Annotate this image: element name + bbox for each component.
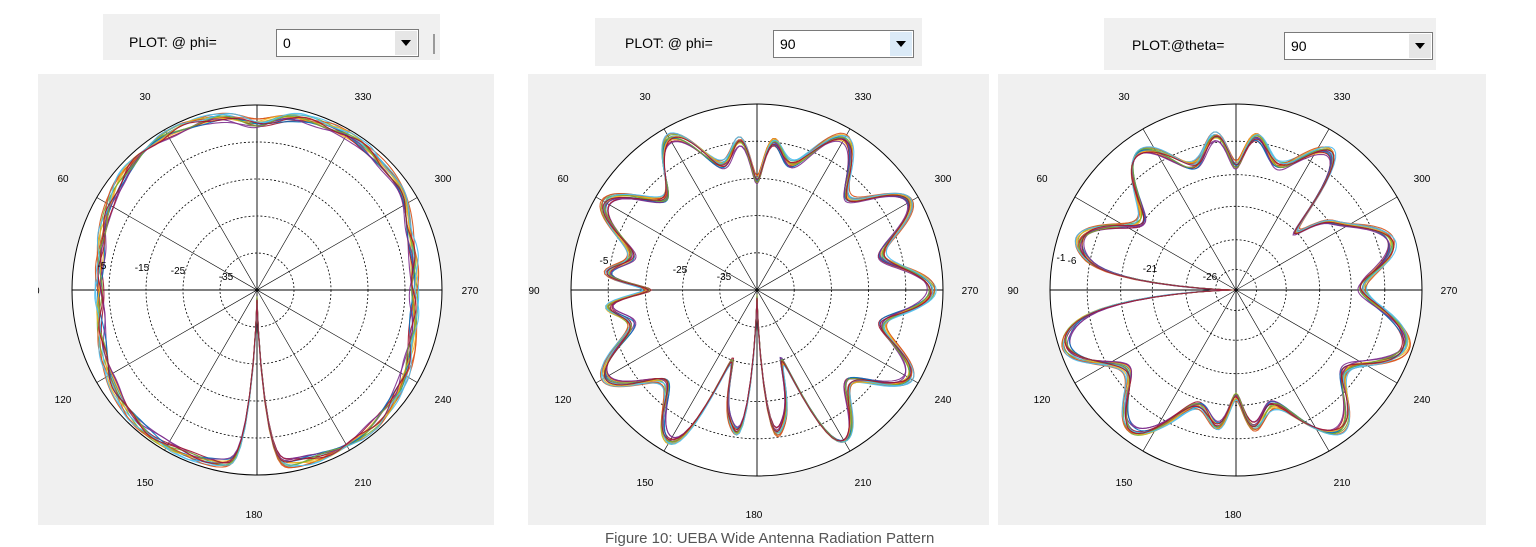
radial-tick-label: -6 (1068, 256, 1077, 267)
divider (433, 34, 435, 54)
angle-tick-label: 30 (639, 92, 651, 103)
angle-tick-label: 270 (1441, 286, 1458, 297)
dropdown-arrow-icon[interactable] (890, 32, 912, 56)
angle-tick-label: 120 (55, 395, 72, 406)
angle-tick-label: 270 (462, 286, 479, 297)
polar-plot-panel-2: 30 330 60 300 90 270 120 240 150 210 180 -5 -25 -35 (528, 74, 989, 525)
control-bar-2: PLOT: @ phi= 90 (595, 18, 922, 66)
angle-tick-label: 150 (637, 478, 654, 489)
control-bar-1: PLOT: @ phi= 0 (103, 14, 440, 60)
angle-tick-label: 270 (962, 286, 979, 297)
radial-tick-label: -35 (219, 272, 234, 283)
angle-tick-label: 90 (528, 286, 540, 297)
angle-tick-label: 330 (1334, 92, 1351, 103)
angle-tick-label: 120 (555, 395, 572, 406)
angle-tick-label: 330 (855, 92, 872, 103)
radial-tick-label: -35 (717, 272, 732, 283)
radial-tick-label: -1 (1057, 253, 1066, 264)
radial-tick-label: -15 (135, 263, 150, 274)
polar-grid (1049, 103, 1423, 477)
radial-tick-label: -26 (1203, 272, 1218, 283)
plot-phi-label: PLOT: @ phi= (129, 34, 217, 50)
angle-tick-label: 300 (935, 174, 952, 185)
polar-grid (71, 104, 443, 476)
dropdown-arrow-icon[interactable] (395, 31, 417, 55)
angle-tick-label: 210 (855, 478, 872, 489)
phi-select-value: 0 (283, 35, 291, 51)
radial-tick-label: -5 (98, 261, 107, 272)
polar-grid (570, 103, 944, 477)
theta-select-value: 90 (1291, 38, 1307, 54)
angle-tick-label: 60 (57, 174, 69, 185)
angle-tick-label: 30 (1118, 92, 1130, 103)
theta-select-dropdown[interactable]: 90 (1284, 32, 1433, 60)
radial-tick-label: -25 (171, 266, 186, 277)
angle-tick-label: 90 (1007, 286, 1019, 297)
polar-plot-panel-1: 30 330 60 300 90 270 120 240 150 210 180 -5 -15 -25 -3… (38, 74, 494, 525)
figure-caption: Figure 10: UEBA Wide Antenna Radiation P… (605, 530, 935, 547)
angle-tick-label: 150 (137, 478, 154, 489)
control-bar-3: PLOT:@theta= 90 (1104, 18, 1436, 70)
angle-tick-label: 180 (246, 510, 263, 521)
phi-select-dropdown[interactable]: 0 (276, 29, 419, 57)
polar-plot-2: 30 330 60 300 90 270 120 240 150 210 180 -5 -25 -35 (528, 92, 979, 521)
angle-tick-label: 60 (557, 174, 569, 185)
dropdown-arrow-icon[interactable] (1409, 34, 1431, 58)
angle-tick-label: 90 (38, 286, 40, 297)
angle-tick-label: 150 (1116, 478, 1133, 489)
polar-plot-panel-3: 30 330 60 300 90 270 120 240 150 210 180 -1 -6 -21 -26 (998, 74, 1486, 525)
angle-tick-label: 240 (1414, 395, 1431, 406)
radial-tick-label: -25 (673, 265, 688, 276)
plot-phi-label: PLOT: @ phi= (625, 35, 713, 51)
angle-tick-label: 300 (1414, 174, 1431, 185)
polar-plot-1: 30 330 60 300 90 270 120 240 150 210 180 -5 -15 -25 -3… (38, 92, 479, 521)
angle-tick-label: 330 (355, 92, 372, 103)
angle-tick-label: 30 (139, 92, 151, 103)
radial-tick-label: -5 (600, 256, 609, 267)
angle-tick-label: 300 (435, 174, 452, 185)
angle-tick-label: 180 (746, 510, 763, 521)
angle-tick-label: 120 (1034, 395, 1051, 406)
plot-theta-label: PLOT:@theta= (1132, 37, 1225, 53)
phi-select-value: 90 (780, 36, 796, 52)
angle-tick-label: 60 (1036, 174, 1048, 185)
angle-tick-label: 180 (1225, 510, 1242, 521)
angle-tick-label: 210 (355, 478, 372, 489)
phi-select-dropdown[interactable]: 90 (773, 30, 914, 58)
angle-tick-label: 240 (435, 395, 452, 406)
radial-tick-label: -21 (1143, 264, 1158, 275)
angle-tick-label: 240 (935, 395, 952, 406)
angle-tick-label: 210 (1334, 478, 1351, 489)
polar-plot-3: 30 330 60 300 90 270 120 240 150 210 180 -1 -6 -21 -26 (1007, 92, 1458, 521)
